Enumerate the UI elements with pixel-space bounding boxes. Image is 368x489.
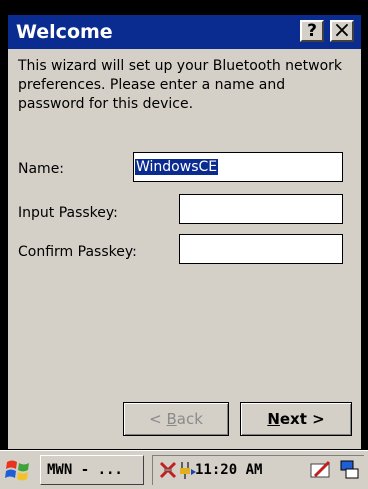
back-button[interactable]: < Back [123,402,229,436]
input-passkey-field[interactable] [179,194,343,224]
taskbar-task-button[interactable]: MWN - ... [40,455,144,485]
windows-flag-icon[interactable] [4,456,34,484]
bluetooth-icon[interactable] [157,459,179,485]
back-mnemonic: B [166,410,177,428]
confirm-passkey-field[interactable] [179,234,343,264]
window-title: Welcome [16,21,113,43]
input-passkey-label: Input Passkey: [18,205,118,221]
wizard-description: This wizard will set up your Bluetooth n… [18,58,342,112]
back-rest: ack [176,410,203,428]
taskbar-clock[interactable]: 11:20 AM [195,456,262,484]
name-label: Name: [18,161,65,177]
next-rest: ext > [279,410,325,428]
taskbar: MWN - ... 11:20 AM [0,450,368,489]
wizard-window: Welcome ? × This wizard will set up your… [7,14,362,450]
back-prefix: < [149,410,167,428]
help-button[interactable]: ? [300,20,324,42]
input-panel-icon[interactable] [309,459,333,485]
desktop-icon[interactable] [339,459,361,485]
close-button[interactable]: × [330,20,354,42]
confirm-passkey-label: Confirm Passkey: [18,244,137,260]
next-button[interactable]: Next > [240,402,352,436]
name-field[interactable]: WindowsCE [133,152,343,182]
next-mnemonic: N [267,410,280,428]
name-value: WindowsCE [135,159,219,175]
title-bar: Welcome ? × [8,15,361,49]
system-tray: 11:20 AM [152,455,364,485]
